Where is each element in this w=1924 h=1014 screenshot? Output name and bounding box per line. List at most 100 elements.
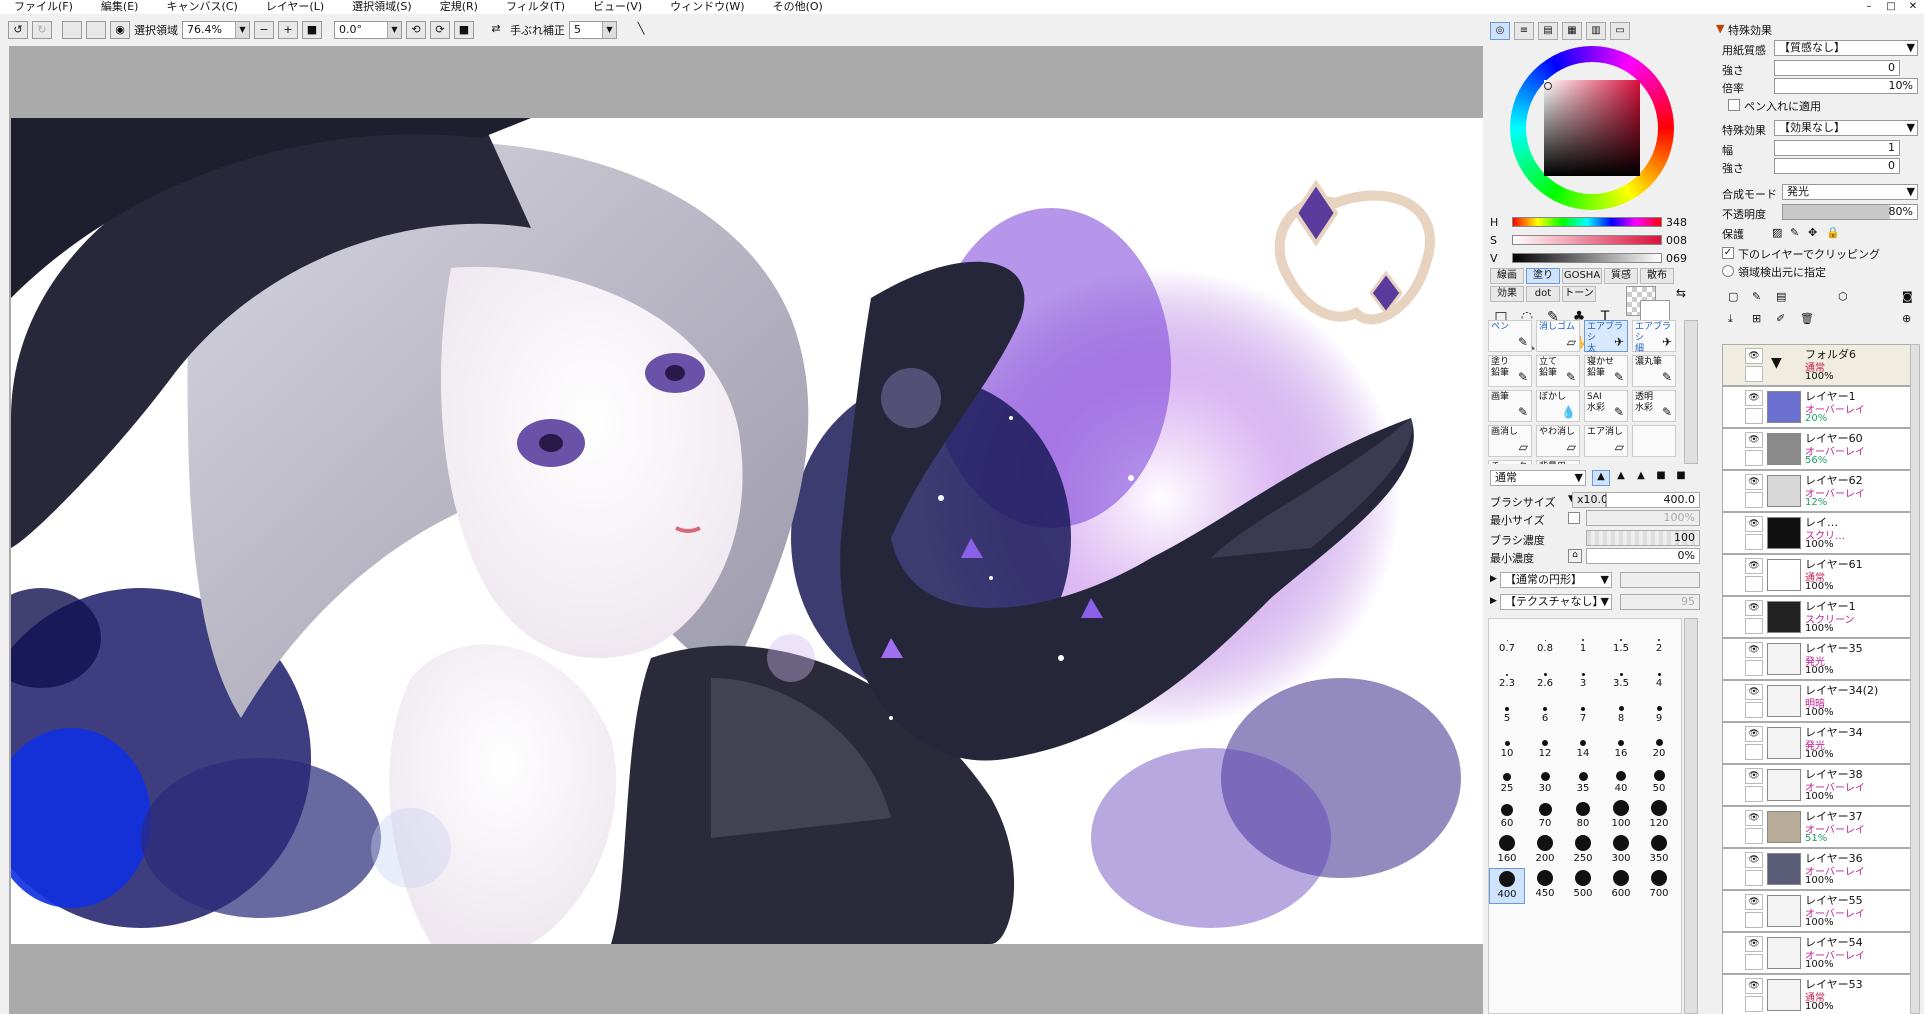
size-preset[interactable]: 50 (1641, 763, 1677, 799)
detect-source-radio[interactable] (1722, 265, 1734, 277)
layer-folder[interactable]: 👁 ▼ フォルダ6 通常 100% (1722, 344, 1918, 386)
size-preset[interactable]: 8 (1603, 693, 1639, 729)
layer-lock-box[interactable] (1745, 870, 1763, 886)
eye-icon[interactable]: 👁 (1745, 432, 1763, 448)
layer-lock-box[interactable] (1745, 828, 1763, 844)
size-preset[interactable]: 500 (1565, 868, 1601, 904)
min-size-value[interactable]: 100% (1586, 510, 1700, 526)
saturation-slider[interactable]: S 008 (1490, 232, 1704, 250)
eye-icon[interactable]: 👁 (1745, 348, 1763, 364)
layer-row[interactable]: 👁 レイヤー61 通常 100% (1722, 554, 1918, 596)
brush-slot[interactable]: 透明 水彩 ✎ (1632, 390, 1676, 422)
opacity-value[interactable]: 80% (1782, 204, 1918, 220)
new-layer-icon[interactable]: ▢ (1728, 290, 1738, 303)
brush-shape-1-icon[interactable]: ▲ (1592, 470, 1610, 486)
size-preset[interactable]: 10 (1489, 728, 1525, 764)
invert-select-icon[interactable] (86, 21, 106, 39)
straight-line-icon[interactable]: ╲ (631, 21, 651, 39)
blend-mode-select[interactable]: 発光 ▼ (1782, 184, 1918, 200)
layer-row[interactable]: 👁 レイヤー60 オーバーレイ 56% (1722, 428, 1918, 470)
menu-item[interactable]: レイヤー(L) (252, 0, 338, 14)
layer-lock-box[interactable] (1745, 408, 1763, 424)
canvas-view[interactable] (9, 46, 1483, 1014)
menu-item[interactable]: フィルタ(T) (492, 0, 579, 14)
layer-row[interactable]: 👁 レイヤー53 通常 100% (1722, 974, 1918, 1014)
menu-item[interactable]: ビュー(V) (579, 0, 656, 14)
layer-option-icon[interactable]: ◙ (1902, 290, 1913, 303)
close-button[interactable]: ✕ (1902, 0, 1924, 14)
eye-icon[interactable]: 👁 (1745, 474, 1763, 490)
sv-square[interactable] (1544, 80, 1640, 176)
brush-slot[interactable]: 画消し ▱ (1488, 425, 1532, 457)
layer-lock-box[interactable] (1745, 954, 1763, 970)
size-preset[interactable]: 6 (1527, 693, 1563, 729)
brush-density-value[interactable]: 100 (1586, 530, 1700, 546)
size-preset[interactable]: 200 (1527, 833, 1563, 869)
menu-item[interactable]: その他(O) (759, 0, 837, 14)
rotate-reset-button[interactable]: ■ (454, 21, 474, 39)
size-preset[interactable]: 2.3 (1489, 658, 1525, 694)
eye-icon[interactable]: 👁 (1745, 390, 1763, 406)
menu-item[interactable]: 編集(E) (87, 0, 153, 14)
palette-tab[interactable]: ▥ (1586, 22, 1606, 40)
min-size-checkbox[interactable] (1568, 512, 1580, 524)
layer-lock-box[interactable] (1745, 366, 1763, 382)
protect-move-icon[interactable]: ✥ (1808, 226, 1817, 239)
layer-lock-box[interactable] (1745, 618, 1763, 634)
new-linework-layer-icon[interactable]: ✎ (1752, 290, 1761, 303)
brush-texture-select[interactable]: 【テクスチャなし】 ▼ (1500, 594, 1612, 610)
clipping-checkbox[interactable]: ✓ (1722, 247, 1734, 259)
brush-slot[interactable]: 寝かせ 鉛筆 ✎ (1584, 355, 1628, 387)
size-preset[interactable]: 450 (1527, 868, 1563, 904)
merge-down-icon[interactable]: ⊞ (1752, 312, 1761, 325)
eye-icon[interactable]: 👁 (1745, 810, 1763, 826)
brush-shape-4-icon[interactable]: ■ (1652, 470, 1670, 486)
hue-slider[interactable]: H 348 (1490, 214, 1704, 232)
expand-arrow-icon[interactable]: ▶ (1490, 574, 1497, 584)
size-preset[interactable]: 120 (1641, 798, 1677, 834)
brush-slot[interactable]: やわ消し ▱ (1536, 425, 1580, 457)
zoom-out-button[interactable]: − (254, 21, 274, 39)
color-wheel-tab[interactable]: ◎ (1490, 22, 1510, 40)
size-preset[interactable]: 40 (1603, 763, 1639, 799)
brush-slot[interactable]: エアブラシ細 ✈ (1632, 320, 1676, 354)
eye-icon[interactable]: ◉ (110, 21, 130, 39)
expand-arrow-icon[interactable]: ▶ (1490, 596, 1497, 606)
scratchpad-tab[interactable]: ▭ (1610, 22, 1630, 40)
layer-effect-icon[interactable]: ⬡ (1838, 290, 1848, 303)
minimize-button[interactable]: – (1858, 0, 1880, 14)
size-preset[interactable]: 350 (1641, 833, 1677, 869)
brush-slot[interactable]: 立て 鉛筆 ✎ (1536, 355, 1580, 387)
size-preset[interactable]: 1.5 (1603, 623, 1639, 659)
brush-shape-select[interactable]: 【通常の円形】 ▼ (1500, 572, 1612, 588)
tool-set-tab[interactable]: 効果 (1490, 286, 1524, 302)
layer-lock-box[interactable] (1745, 786, 1763, 802)
size-preset[interactable]: 1 (1565, 623, 1601, 659)
effects-header[interactable]: ▼ 特殊効果 (1716, 20, 1912, 37)
pen-apply-checkbox[interactable] (1728, 99, 1740, 111)
layer-row[interactable]: 👁 レイ… スクリ… 100% (1722, 512, 1918, 554)
size-preset[interactable]: 30 (1527, 763, 1563, 799)
redo-icon[interactable]: ↻ (32, 21, 52, 39)
swap-colors-icon[interactable]: ⇆ (1676, 286, 1686, 300)
flip-icon[interactable]: ⇄ (486, 21, 506, 39)
size-preset[interactable]: 25 (1489, 763, 1525, 799)
size-preset[interactable]: 7 (1565, 693, 1601, 729)
brush-slot[interactable]: ペン ✎ (1488, 320, 1532, 352)
layer-row[interactable]: 👁 レイヤー37 オーバーレイ 51% (1722, 806, 1918, 848)
size-multiplier[interactable]: x10.0 (1572, 492, 1608, 508)
tool-set-tab[interactable]: dot (1526, 286, 1560, 302)
menu-item[interactable]: キャンバス(C) (152, 0, 251, 14)
size-preset[interactable]: 80 (1565, 798, 1601, 834)
size-preset[interactable]: 12 (1527, 728, 1563, 764)
layer-row[interactable]: 👁 レイヤー36 オーバーレイ 100% (1722, 848, 1918, 890)
folder-collapse-icon[interactable]: ▼ (1771, 355, 1782, 371)
deselect-icon[interactable] (62, 21, 82, 39)
layer-row[interactable]: 👁 レイヤー34 発光 100% (1722, 722, 1918, 764)
size-preset[interactable]: 0.7 (1489, 623, 1525, 659)
eye-icon[interactable]: 👁 (1745, 516, 1763, 532)
size-preset[interactable]: 250 (1565, 833, 1601, 869)
size-preset[interactable]: 160 (1489, 833, 1525, 869)
eye-icon[interactable]: 👁 (1745, 642, 1763, 658)
color-list-tab[interactable]: ≡ (1514, 22, 1534, 40)
